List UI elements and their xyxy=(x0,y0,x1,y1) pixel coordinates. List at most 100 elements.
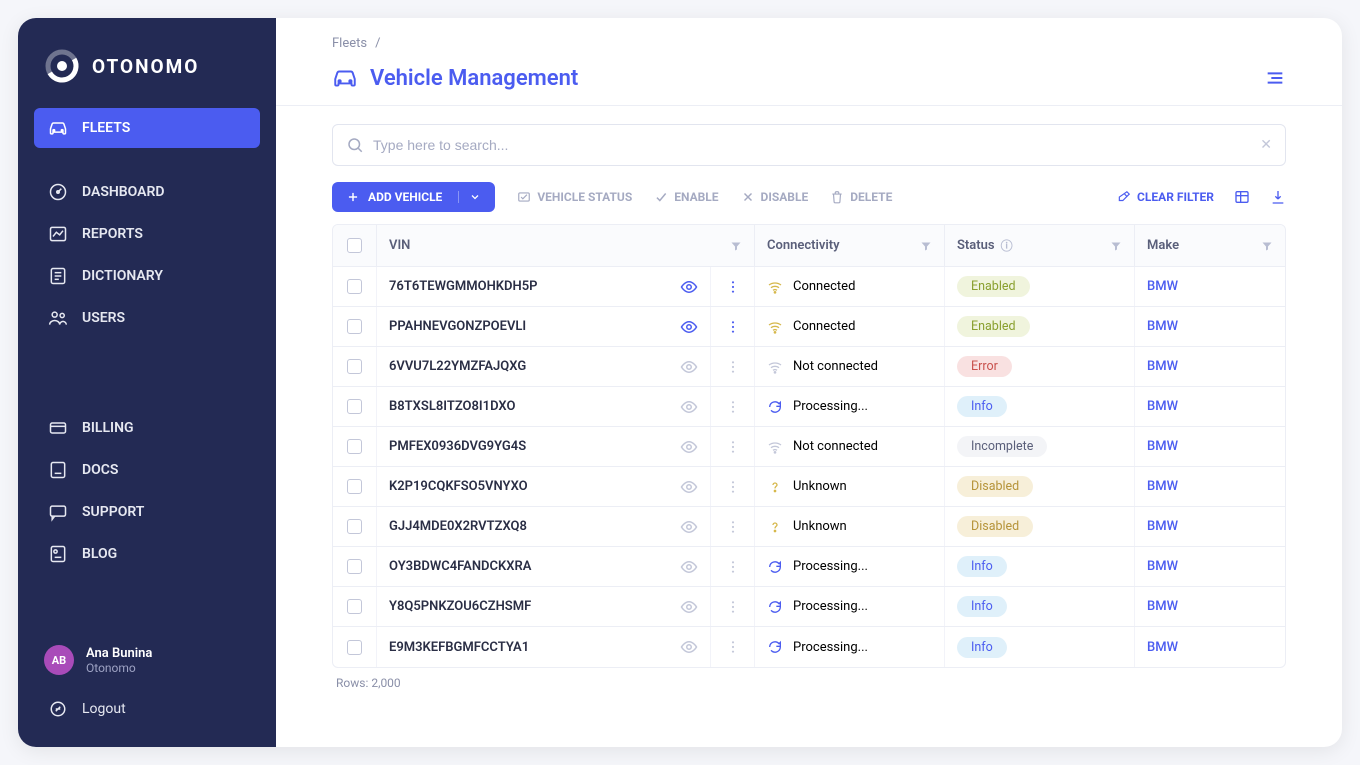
col-status: Status xyxy=(957,238,995,253)
row-checkbox[interactable] xyxy=(347,439,362,454)
logo[interactable]: OTONOMO xyxy=(34,42,260,108)
enable-button[interactable]: ENABLE xyxy=(654,190,718,204)
make-link[interactable]: BMW xyxy=(1135,347,1285,386)
sidebar-item-dictionary[interactable]: DICTIONARY xyxy=(34,256,260,296)
view-row-icon[interactable] xyxy=(667,347,711,386)
sidebar-item-blog[interactable]: BLOG xyxy=(34,534,260,574)
row-menu-icon[interactable] xyxy=(711,267,755,306)
table-row: GJJ4MDE0X2RVTZXQ8UnknownDisabledBMW xyxy=(333,507,1285,547)
row-checkbox[interactable] xyxy=(347,479,362,494)
disable-button[interactable]: DISABLE xyxy=(741,190,809,204)
eraser-icon xyxy=(1117,190,1131,204)
question-icon xyxy=(767,519,783,535)
view-row-icon[interactable] xyxy=(667,587,711,626)
filter-icon[interactable] xyxy=(1261,240,1273,252)
row-menu-icon[interactable] xyxy=(711,387,755,426)
connectivity-value: Connected xyxy=(793,279,855,294)
row-checkbox[interactable] xyxy=(347,359,362,374)
row-menu-icon[interactable] xyxy=(711,307,755,346)
menu-toggle-icon[interactable] xyxy=(1264,67,1286,89)
row-checkbox[interactable] xyxy=(347,559,362,574)
row-menu-icon[interactable] xyxy=(711,347,755,386)
card-icon xyxy=(48,418,68,438)
row-menu-icon[interactable] xyxy=(711,547,755,586)
vin-value: K2P19CQKFSO5VNYXO xyxy=(389,479,528,494)
delete-button[interactable]: DELETE xyxy=(830,190,892,204)
view-row-icon[interactable] xyxy=(667,307,711,346)
status-badge: Enabled xyxy=(957,276,1030,297)
refresh-icon xyxy=(767,599,783,615)
trash-icon xyxy=(830,190,844,204)
sidebar-item-users[interactable]: USERS xyxy=(34,298,260,338)
clear-search-icon[interactable]: ✕ xyxy=(1260,137,1272,153)
avatar: AB xyxy=(44,645,74,675)
filter-icon[interactable] xyxy=(730,240,742,252)
col-connectivity: Connectivity xyxy=(767,238,840,253)
car-icon xyxy=(332,65,358,91)
sidebar-item-support[interactable]: SUPPORT xyxy=(34,492,260,532)
columns-icon[interactable] xyxy=(1234,189,1250,205)
filter-icon[interactable] xyxy=(920,240,932,252)
table-row: OY3BDWC4FANDCKXRAProcessing...InfoBMW xyxy=(333,547,1285,587)
row-menu-icon[interactable] xyxy=(711,587,755,626)
row-checkbox[interactable] xyxy=(347,640,362,655)
user-block[interactable]: AB Ana Bunina Otonomo xyxy=(34,631,260,689)
download-icon[interactable] xyxy=(1270,189,1286,205)
vehicle-status-button[interactable]: VEHICLE STATUS xyxy=(517,190,632,204)
info-icon[interactable]: ⓘ xyxy=(1001,237,1013,254)
logout-label: Logout xyxy=(82,701,126,717)
view-row-icon[interactable] xyxy=(667,507,711,546)
view-row-icon[interactable] xyxy=(667,547,711,586)
row-menu-icon[interactable] xyxy=(711,467,755,506)
row-checkbox[interactable] xyxy=(347,319,362,334)
row-checkbox[interactable] xyxy=(347,279,362,294)
view-row-icon[interactable] xyxy=(667,387,711,426)
view-row-icon[interactable] xyxy=(667,627,711,667)
page-title: Vehicle Management xyxy=(370,66,578,91)
sidebar-item-billing[interactable]: BILLING xyxy=(34,408,260,448)
filter-icon[interactable] xyxy=(1110,240,1122,252)
view-row-icon[interactable] xyxy=(667,467,711,506)
make-link[interactable]: BMW xyxy=(1135,587,1285,626)
search-input[interactable] xyxy=(332,124,1286,166)
row-menu-icon[interactable] xyxy=(711,627,755,667)
make-link[interactable]: BMW xyxy=(1135,627,1285,667)
sidebar-item-reports[interactable]: REPORTS xyxy=(34,214,260,254)
make-link[interactable]: BMW xyxy=(1135,467,1285,506)
connectivity-value: Processing... xyxy=(793,559,868,574)
gauge-icon xyxy=(48,182,68,202)
search-icon xyxy=(346,136,364,154)
clear-filter-button[interactable]: CLEAR FILTER xyxy=(1117,190,1214,204)
view-row-icon[interactable] xyxy=(667,427,711,466)
make-link[interactable]: BMW xyxy=(1135,267,1285,306)
breadcrumb-item[interactable]: Fleets xyxy=(332,36,367,51)
vin-value: E9M3KEFBGMFCCTYA1 xyxy=(389,640,529,655)
blog-icon xyxy=(48,544,68,564)
sidebar-item-dashboard[interactable]: DASHBOARD xyxy=(34,172,260,212)
row-menu-icon[interactable] xyxy=(711,507,755,546)
view-row-icon[interactable] xyxy=(667,267,711,306)
row-checkbox[interactable] xyxy=(347,399,362,414)
refresh-icon xyxy=(767,399,783,415)
sidebar-item-label: BLOG xyxy=(82,546,117,562)
logout-button[interactable]: Logout xyxy=(34,689,260,729)
add-vehicle-button[interactable]: ADD VEHICLE xyxy=(332,182,495,212)
status-badge: Info xyxy=(957,556,1007,577)
wifi-off-icon xyxy=(767,359,783,375)
select-all-checkbox[interactable] xyxy=(347,238,362,253)
sidebar-item-label: DOCS xyxy=(82,462,118,478)
make-link[interactable]: BMW xyxy=(1135,307,1285,346)
chevron-down-icon[interactable] xyxy=(458,191,481,203)
sidebar-item-docs[interactable]: DOCS xyxy=(34,450,260,490)
make-link[interactable]: BMW xyxy=(1135,547,1285,586)
make-link[interactable]: BMW xyxy=(1135,427,1285,466)
vin-value: B8TXSL8ITZO8I1DXO xyxy=(389,399,515,414)
row-checkbox[interactable] xyxy=(347,599,362,614)
status-badge: Info xyxy=(957,396,1007,417)
row-menu-icon[interactable] xyxy=(711,427,755,466)
sidebar-item-fleets[interactable]: FLEETS xyxy=(34,108,260,148)
col-vin: VIN xyxy=(389,238,410,253)
row-checkbox[interactable] xyxy=(347,519,362,534)
make-link[interactable]: BMW xyxy=(1135,387,1285,426)
make-link[interactable]: BMW xyxy=(1135,507,1285,546)
